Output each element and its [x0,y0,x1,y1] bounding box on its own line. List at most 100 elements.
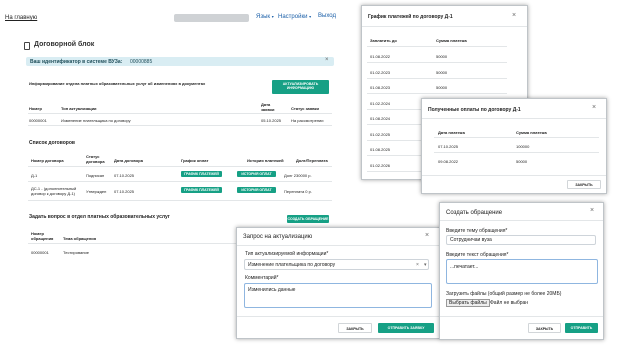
schedule-due-date: 01.08.2023 [370,85,391,90]
info-row-status: На рассмотрении [291,118,324,123]
update-comment-label: Комментарий* [245,275,279,281]
schedule-modal-title: График платежей по договору Д-1 [368,14,453,20]
choose-files-button[interactable]: Выбрать файлы [446,299,490,307]
ask-row-number: 00000001 [31,250,49,255]
update-comment-value: Изменились данные [248,287,296,293]
close-icon[interactable]: × [512,12,516,19]
schedule-due-date: 01.08.2022 [370,54,391,59]
document-icon [24,42,30,50]
update-type-value: Изменение плательщика по договору [248,262,336,268]
identifier-alert: Ваш идентификатор в системе ВУЗа: 000008… [26,57,334,66]
schedule-button[interactable]: ГРАФИК ПЛАТЕЖЕЙ [181,171,222,177]
info-row-type: Изменение плательщика по договору [61,118,131,123]
contracts-col-number: Номер договора [31,158,64,163]
payments-modal: Полученные оплаты по договору Д-1 × Дата… [421,98,607,194]
schedule-amount: 50000 [436,85,448,90]
user-name-blurred [174,14,249,22]
schedule-due-date: 01.02.2026 [370,162,391,168]
contract-number: Д-1 [31,173,38,178]
update-modal: Запрос на актуализацию × Тип актуализиру… [236,227,440,339]
ask-title: Задать вопрос в отдел платных образовате… [29,214,170,220]
schedule-col-due: Заплатить до [370,38,397,43]
update-info-button[interactable]: АКТУАЛИЗИРОВАТЬ ИНФОРМАЦИЮ [272,80,329,94]
info-col-type: Тип актуализации [61,106,97,111]
schedule-due-date: 01.08.2024 [370,116,391,121]
appeal-send-button[interactable]: ОТПРАВИТЬ [565,323,598,333]
contract-status: Утвержден [86,189,107,194]
logout-link[interactable]: Выход [318,13,336,20]
page-title: Договорной блок [34,41,95,48]
update-type-label: Тип актуализируемой информации* [245,251,329,257]
clear-icon[interactable]: × [416,262,419,268]
schedule-due-date: 01.02.2024 [370,100,391,106]
ask-row-topic: Тестирование [63,250,89,255]
ask-col-topic: Тема обращения [63,236,97,241]
payments-modal-title: Полученные оплаты по договору Д-1 [428,107,521,113]
payments-col-date: Дата платежа [438,130,465,135]
info-section-title: Информирование отдела платных образовате… [29,81,206,86]
schedule-amount: 50000 [436,54,448,59]
appeal-topic-value: Сотрудничаи вуза [450,237,492,243]
info-row-number: 00000001 [29,118,47,123]
appeal-topic-label: Введите тему обращения* [446,228,508,234]
payments-close-button[interactable]: ЗАКРЫТЬ [567,180,601,189]
contracts-title: Список договоров [29,140,75,146]
payment-amount: 50000 [516,159,528,164]
contract-number: ДС-1 - (дополнительный договор к договор… [31,186,77,196]
identifier-value: 00000885 [130,59,153,65]
close-icon[interactable]: × [590,207,594,214]
appeal-close-button[interactable]: ЗАКРЫТЬ [528,323,561,333]
update-comment-textarea[interactable]: Изменились данные [244,283,432,308]
close-icon[interactable]: × [425,232,429,239]
payment-date: 09.08.2022 [438,159,459,164]
send-request-button[interactable]: ОТПРАВИТЬ ЗАЯВКУ [378,323,434,333]
contract-debt: Переплата 0 р. [284,189,312,194]
caret-down-icon: ▾ [424,262,427,268]
settings-menu[interactable]: Настройки ▾ [278,13,311,21]
appeal-topic-input[interactable]: Сотрудничаи вуза [446,235,596,245]
info-col-number: Номер [29,106,42,111]
payment-amount: 100000 [516,144,530,149]
info-col-status: Статус заявки [291,106,320,111]
language-label: Язык [256,14,271,20]
history-button[interactable]: ИСТОРИЯ ОПЛАТ [237,171,276,177]
appeal-text-label: Введите текст обращения* [446,252,509,258]
payments-col-amount: Сумма платежа [516,130,547,135]
contract-date: 07.10.2025 [114,173,135,178]
schedule-due-date: 01.02.2023 [370,69,391,75]
file-status: Файл не выбран [490,300,529,306]
contracts-col-debt: Долг/Переплата [296,158,328,163]
contracts-col-date: Дата договора [114,158,143,163]
update-type-select[interactable]: Изменение плательщика по договору × ▾ [244,259,429,270]
close-icon[interactable]: × [592,104,596,111]
home-link[interactable]: На главную [5,15,37,22]
schedule-due-date: 01.08.2025 [370,147,391,152]
history-button[interactable]: ИСТОРИЯ ОПЛАТ [237,187,276,193]
ask-col-number: Номер обращения [31,231,54,241]
create-appeal-button[interactable]: СОЗДАТЬ ОБРАЩЕНИЕ [287,215,329,223]
language-menu[interactable]: Язык ▾ [256,13,274,21]
schedule-due-date: 01.02.2025 [370,131,391,137]
appeal-text-value: ...печатает... [450,264,479,270]
schedule-button[interactable]: ГРАФИК ПЛАТЕЖЕЙ [181,187,222,193]
settings-label: Настройки [278,14,308,20]
schedule-amount: 50000 [436,69,448,75]
identifier-label: Ваш идентификатор в системе ВУЗа: [30,59,123,65]
info-col-date: Дата заявки [261,102,275,112]
caret-down-icon: ▾ [271,14,274,19]
contract-status: Подписан [86,173,105,178]
close-icon[interactable]: × [325,57,329,64]
payment-date: 07.10.2025 [438,144,459,149]
appeal-modal-title: Создать обращение [446,210,503,216]
appeal-text-textarea[interactable]: ...печатает... [446,259,598,284]
update-close-button[interactable]: ЗАКРЫТЬ [338,323,372,333]
info-row-date: 05.10.2025 [261,118,282,123]
schedule-col-amount: Сумма платежа [436,38,467,43]
appeal-file-label: Загрузить файлы (общий размер не более 2… [446,291,562,297]
contract-debt: Долг 230000 р. [284,173,312,178]
contract-date: 07.10.2025 [114,189,135,194]
contracts-col-status: Статус договора [86,154,105,164]
caret-down-icon: ▾ [309,14,312,19]
contracts-col-schedule: График оплат [181,158,209,163]
update-modal-title: Запрос на актуализацию [243,234,313,240]
